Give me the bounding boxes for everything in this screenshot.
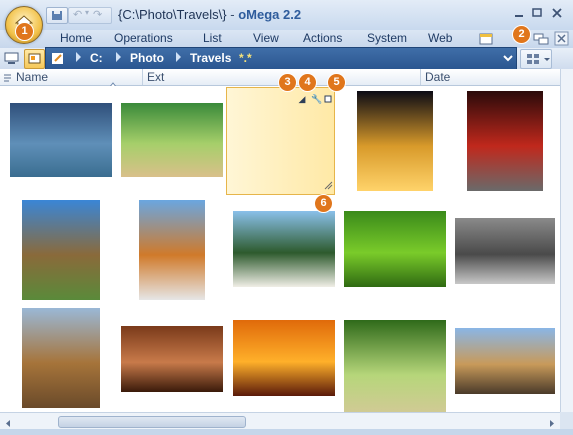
tab-operations[interactable]: Operations (114, 31, 173, 45)
close-pane-icon[interactable] (554, 31, 570, 49)
app-window: ↶ ▾ ↷ {C:\Photo\Travels\} - oMega 2.2 1 … (0, 0, 573, 435)
thumbnail-cave-formations[interactable] (121, 326, 223, 392)
thumbnail-palm-beach[interactable] (121, 103, 223, 177)
horizontal-scroll-thumb[interactable] (58, 416, 246, 428)
callout-1: 1 (15, 22, 34, 41)
scroll-corner (560, 412, 573, 429)
edit-path-icon[interactable] (51, 51, 66, 69)
callout-4: 4 (298, 73, 317, 92)
title-app-name: oMega 2.2 (238, 7, 302, 22)
crumb-travels[interactable]: Travels (190, 51, 231, 65)
thumbnail-sphinx[interactable] (22, 308, 100, 408)
thumbnail-toggle-button[interactable] (24, 49, 45, 69)
fullscreen-icon[interactable] (323, 94, 333, 104)
column-divider[interactable] (142, 69, 143, 85)
column-divider[interactable] (420, 69, 421, 85)
column-date[interactable]: Date (425, 70, 450, 84)
redo-icon[interactable]: ↷ (93, 8, 102, 21)
thumbnail-moulin-rouge[interactable] (467, 91, 543, 191)
horizontal-scrollbar[interactable] (0, 412, 560, 430)
computer-icon[interactable] (3, 50, 21, 70)
crumb-arrow-icon (176, 52, 181, 62)
header-options-icon[interactable] (3, 72, 13, 86)
thumbnail-surfer-lake[interactable] (10, 103, 112, 177)
title-path: {C:\Photo\Travels\} (118, 7, 227, 22)
selected-thumbnail-frame[interactable]: ◢ 🔧 (226, 87, 335, 195)
crumb-arrow-icon (116, 52, 121, 62)
close-icon[interactable] (548, 6, 566, 21)
save-icon[interactable] (46, 7, 68, 24)
callout-6: 6 (314, 194, 333, 213)
thumbnail-eiffel-night[interactable] (357, 91, 433, 191)
thumbnail-palm-tree-sky[interactable] (22, 200, 100, 300)
title-bar: ↶ ▾ ↷ {C:\Photo\Travels\} - oMega 2.2 (0, 0, 573, 30)
thumbnail-sunset-sea[interactable] (233, 320, 335, 396)
maximize-icon[interactable] (528, 6, 546, 21)
view-mode-button[interactable] (520, 49, 552, 69)
chevron-down-icon[interactable] (503, 52, 513, 67)
thumbnail-green-ferns[interactable] (344, 211, 446, 287)
tab-system[interactable]: System (367, 31, 407, 45)
panes-icon[interactable] (532, 31, 550, 49)
undo-icon[interactable]: ↶ (73, 8, 82, 21)
window-bottom-border (0, 429, 573, 435)
callout-2: 2 (512, 25, 531, 44)
tab-list[interactable]: List (203, 31, 222, 45)
callout-3: 3 (278, 73, 297, 92)
thumbnail-camels-desert[interactable] (455, 328, 555, 394)
thumbnail-beach-palms[interactable] (233, 211, 335, 287)
resize-grip-icon[interactable] (323, 180, 333, 190)
address-bar[interactable]: C: Photo Travels *.* (45, 47, 517, 71)
crumb-photo[interactable]: Photo (130, 51, 164, 65)
filter-mask[interactable]: *.* (239, 51, 252, 65)
thumbnail-boy-with-camera[interactable] (139, 200, 205, 300)
rotate-icon[interactable]: ◢ (297, 94, 307, 104)
tab-home[interactable]: Home (60, 31, 92, 45)
window-title: {C:\Photo\Travels\} - oMega 2.2 (118, 7, 301, 22)
column-ext[interactable]: Ext (147, 70, 164, 84)
minimize-icon[interactable] (510, 6, 528, 21)
vertical-scrollbar[interactable] (560, 69, 573, 412)
tab-actions[interactable]: Actions (303, 31, 342, 45)
crumb-drive[interactable]: C: (90, 51, 103, 65)
column-name[interactable]: Name (16, 70, 48, 84)
crumb-arrow-icon (76, 52, 81, 62)
tab-view[interactable]: View (253, 31, 279, 45)
undo-redo-group: ↶ ▾ ↷ (68, 7, 112, 24)
tab-web[interactable]: Web (428, 31, 452, 45)
thumbnail-view-icon (527, 54, 550, 64)
thumbnail-tree-avenue[interactable] (344, 320, 446, 412)
properties-icon[interactable]: 🔧 (311, 94, 322, 104)
thumbnail-rock-sitting[interactable] (455, 218, 555, 284)
title-separator: - (226, 7, 239, 22)
ribbon-tabs: Home Operations List View Actions System… (0, 30, 573, 48)
callout-5: 5 (327, 73, 346, 92)
undo-dropdown-icon[interactable]: ▾ (85, 8, 89, 17)
